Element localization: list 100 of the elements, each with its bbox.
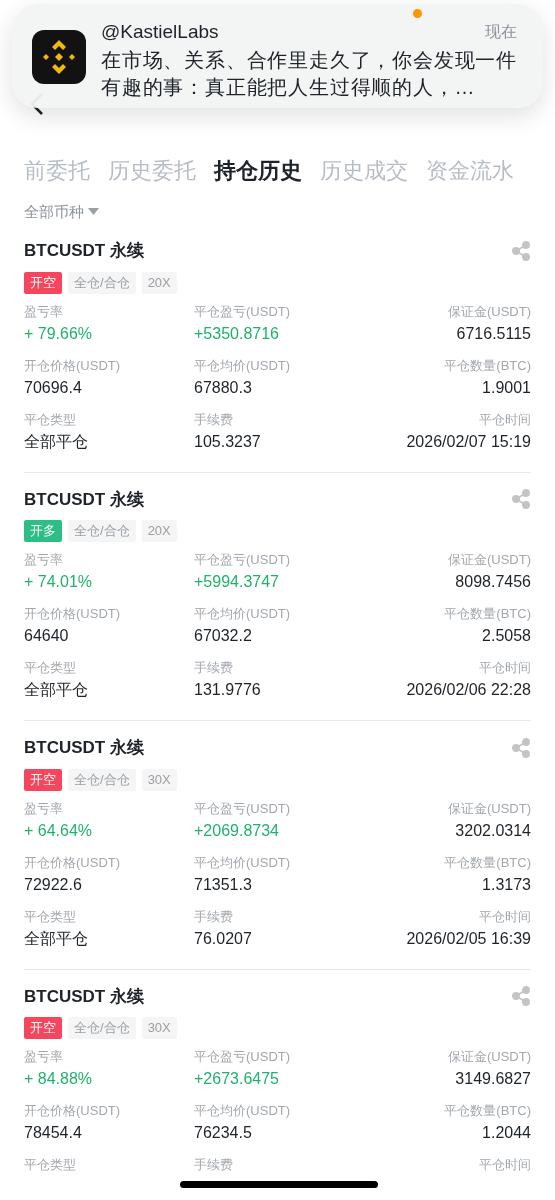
leverage-tag: 20X (141, 520, 177, 542)
notification-time: 现在 (485, 22, 517, 43)
caret-icon (88, 208, 99, 216)
side-tag: 开空 (24, 1017, 62, 1039)
field-value: + 64.64% (24, 820, 93, 841)
field-value: 71351.3 (194, 874, 252, 895)
leverage-tag: 30X (141, 768, 177, 791)
field-label: 开仓价格(USDT) (24, 605, 121, 623)
field-label: 平仓数量(BTC) (444, 853, 531, 872)
field-value: 78454.4 (24, 1123, 82, 1143)
notification-message: 在市场、关系、合作里走久了，你会发现一件有趣的事：真正能把人生过得顺的人，… (101, 47, 517, 100)
field-value: 1.9001 (482, 377, 531, 398)
field-label: 平仓时间 (479, 410, 531, 429)
margin-mode-tag: 全仓/合仓 (68, 1017, 136, 1039)
field-value: 1.3173 (482, 874, 531, 895)
field-label: 平仓均价(USDT) (194, 853, 291, 872)
field-value: 全部平仓 (24, 928, 88, 949)
side-tag: 开空 (24, 768, 62, 791)
field-label: 盈亏率 (24, 551, 63, 569)
field-value: 3202.0314 (455, 820, 531, 841)
field-value: 131.9776 (194, 680, 261, 700)
share-icon[interactable] (511, 240, 531, 261)
field-value: +2069.8734 (194, 820, 279, 841)
field-value: 76234.5 (194, 1123, 252, 1143)
field-label: 平仓盈亏(USDT) (194, 302, 291, 321)
field-label: 平仓盈亏(USDT) (194, 551, 291, 569)
field-label: 平仓类型 (24, 659, 76, 677)
field-value: 6716.5115 (456, 323, 531, 344)
field-label: 保证金(USDT) (447, 302, 531, 321)
field-label: 盈亏率 (24, 1048, 63, 1066)
side-tag: 开多 (24, 520, 62, 542)
field-label: 平仓类型 (24, 1156, 76, 1174)
field-label: 盈亏率 (24, 799, 63, 818)
field-value: 2026/02/07 15:19 (406, 431, 531, 452)
field-value: 1.2044 (482, 1123, 531, 1143)
field-label: 保证金(USDT) (447, 799, 531, 818)
field-label: 手续费 (194, 1156, 233, 1174)
field-value: +2673.6475 (194, 1069, 279, 1089)
field-label: 平仓时间 (479, 907, 531, 926)
app-icon (32, 30, 86, 84)
field-value: 2.5058 (482, 626, 531, 646)
tab[interactable]: 历史成交 (320, 153, 408, 187)
field-label: 平仓均价(USDT) (194, 356, 291, 375)
leverage-tag: 30X (141, 1017, 177, 1039)
field-label: 平仓时间 (479, 1156, 531, 1174)
field-label: 平仓数量(BTC) (444, 605, 531, 623)
field-value: 67032.2 (194, 626, 252, 646)
contract-title: BTCUSDT 永续 (24, 488, 144, 511)
field-label: 平仓均价(USDT) (194, 605, 291, 623)
tab[interactable]: 前委托 (24, 153, 90, 187)
field-label: 平仓均价(USDT) (194, 1102, 291, 1120)
coin-filter-dropdown[interactable]: 全部币种 (24, 200, 99, 224)
field-value: 8098.7456 (455, 572, 531, 592)
side-tag: 开空 (24, 271, 62, 294)
leverage-tag: 20X (141, 271, 177, 294)
field-value: 105.3237 (194, 431, 261, 452)
field-value: +5350.8716 (194, 323, 279, 344)
field-value: +5994.3747 (194, 572, 279, 592)
field-value: 70696.4 (24, 377, 82, 398)
margin-mode-tag: 全仓/合仓 (68, 271, 136, 294)
contract-title: BTCUSDT 永续 (24, 240, 144, 262)
field-label: 平仓数量(BTC) (444, 356, 531, 375)
share-icon[interactable] (511, 737, 531, 758)
field-value: 2026/02/05 16:39 (406, 928, 531, 949)
field-label: 开仓价格(USDT) (24, 853, 121, 872)
field-value: + 74.01% (24, 572, 93, 592)
field-label: 保证金(USDT) (447, 551, 531, 569)
field-label: 保证金(USDT) (447, 1048, 531, 1066)
field-value: 72922.6 (24, 874, 82, 895)
field-value: 全部平仓 (24, 680, 88, 700)
field-value: 2026/02/06 22:28 (406, 680, 531, 700)
field-label: 开仓价格(USDT) (24, 1102, 121, 1120)
field-value: + 79.66% (24, 323, 93, 344)
tab[interactable]: 资金流水 (426, 153, 514, 187)
field-value: 3149.6827 (455, 1069, 531, 1089)
field-value: + 84.88% (24, 1069, 93, 1089)
field-value: 67880.3 (194, 377, 252, 398)
field-label: 平仓数量(BTC) (444, 1102, 531, 1120)
field-label: 平仓类型 (24, 410, 76, 429)
notification-toast[interactable]: @KastielLabs 现在 在市场、关系、合作里走久了，你会发现一件有趣的事：真正能把人生过得顺的人，… (12, 4, 543, 108)
tab[interactable]: 持仓历史 (214, 153, 302, 187)
field-label: 手续费 (194, 410, 233, 429)
field-label: 盈亏率 (24, 302, 63, 321)
field-label: 平仓盈亏(USDT) (194, 1048, 291, 1066)
contract-title: BTCUSDT 永续 (24, 985, 144, 1008)
field-value: 64640 (24, 626, 69, 646)
contract-title: BTCUSDT 永续 (24, 737, 144, 759)
field-label: 平仓时间 (479, 659, 531, 677)
field-label: 开仓价格(USDT) (24, 356, 121, 375)
field-label: 平仓盈亏(USDT) (194, 799, 291, 818)
sender-name: @KastielLabs (101, 20, 219, 44)
share-icon[interactable] (511, 986, 531, 1007)
field-value: 全部平仓 (24, 431, 88, 452)
tab[interactable]: 历史委托 (108, 153, 196, 187)
margin-mode-tag: 全仓/合仓 (68, 768, 136, 791)
share-icon[interactable] (511, 489, 531, 510)
margin-mode-tag: 全仓/合仓 (68, 520, 136, 542)
field-label: 手续费 (194, 907, 233, 926)
field-value: 76.0207 (194, 928, 252, 949)
field-label: 手续费 (194, 659, 233, 677)
